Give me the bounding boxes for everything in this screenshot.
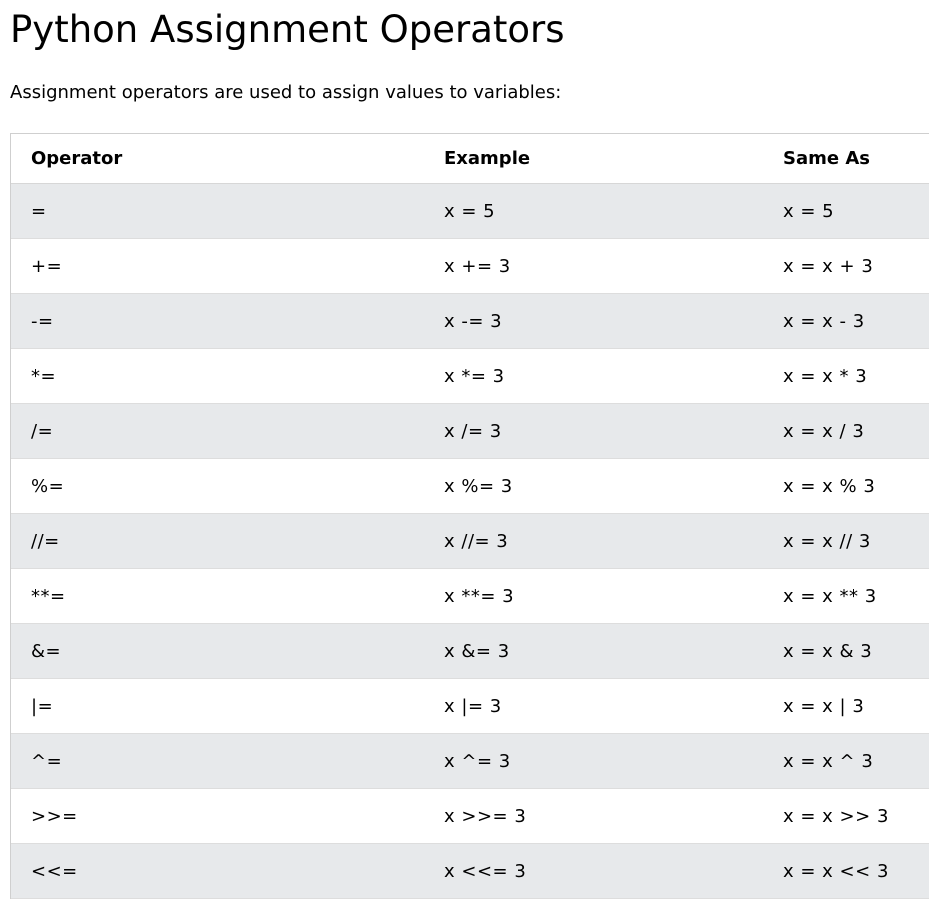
example-cell: x /= 3 — [444, 420, 502, 442]
table-row: ^= x ^= 3 x = x ^ 3 — [11, 733, 929, 789]
operator-cell: /= — [31, 420, 54, 442]
same-as-cell: x = x << 3 — [783, 860, 889, 882]
operators-table: Operator Example Same As = x = 5 x = 5 +… — [11, 134, 929, 899]
operator-cell: ^= — [31, 750, 63, 772]
example-cell: x *= 3 — [444, 365, 505, 387]
operator-cell: <<= — [31, 860, 78, 882]
operator-cell: >>= — [31, 805, 78, 827]
example-cell: x %= 3 — [444, 475, 513, 497]
column-header-example: Example — [444, 148, 531, 169]
operator-cell: &= — [31, 640, 62, 662]
same-as-cell: x = 5 — [783, 200, 835, 222]
operators-table-container: Operator Example Same As = x = 5 x = 5 +… — [10, 133, 929, 899]
example-cell: x //= 3 — [444, 530, 509, 552]
operator-cell: = — [31, 200, 47, 222]
example-cell: x -= 3 — [444, 310, 503, 332]
table-row: -= x -= 3 x = x - 3 — [11, 293, 929, 349]
same-as-cell: x = x ** 3 — [783, 585, 877, 607]
operator-cell: |= — [31, 695, 54, 717]
example-cell: x = 5 — [444, 200, 496, 222]
column-header-same-as: Same As — [783, 148, 870, 169]
same-as-cell: x = x * 3 — [783, 365, 868, 387]
operator-cell: %= — [31, 475, 65, 497]
same-as-cell: x = x % 3 — [783, 475, 876, 497]
example-cell: x **= 3 — [444, 585, 515, 607]
table-row: &= x &= 3 x = x & 3 — [11, 623, 929, 679]
table-row: *= x *= 3 x = x * 3 — [11, 348, 929, 404]
same-as-cell: x = x >> 3 — [783, 805, 889, 827]
operator-cell: **= — [31, 585, 66, 607]
same-as-cell: x = x / 3 — [783, 420, 865, 442]
example-cell: x &= 3 — [444, 640, 510, 662]
same-as-cell: x = x ^ 3 — [783, 750, 874, 772]
same-as-cell: x = x - 3 — [783, 310, 865, 332]
table-row: /= x /= 3 x = x / 3 — [11, 403, 929, 459]
same-as-cell: x = x // 3 — [783, 530, 871, 552]
same-as-cell: x = x + 3 — [783, 255, 874, 277]
column-header-operator: Operator — [31, 148, 123, 169]
table-row: <<= x <<= 3 x = x << 3 — [11, 843, 929, 899]
operator-cell: += — [31, 255, 63, 277]
same-as-cell: x = x & 3 — [783, 640, 873, 662]
table-row: %= x %= 3 x = x % 3 — [11, 458, 929, 514]
table-row: >>= x >>= 3 x = x >> 3 — [11, 788, 929, 844]
table-header-row: Operator Example Same As — [11, 134, 929, 184]
table-row: = x = 5 x = 5 — [11, 183, 929, 239]
example-cell: x <<= 3 — [444, 860, 527, 882]
example-cell: x ^= 3 — [444, 750, 511, 772]
example-cell: x >>= 3 — [444, 805, 527, 827]
operator-cell: //= — [31, 530, 60, 552]
table-row: **= x **= 3 x = x ** 3 — [11, 568, 929, 624]
example-cell: x |= 3 — [444, 695, 502, 717]
table-row: //= x //= 3 x = x // 3 — [11, 513, 929, 569]
operator-cell: *= — [31, 365, 57, 387]
table-row: += x += 3 x = x + 3 — [11, 238, 929, 294]
operator-cell: -= — [31, 310, 54, 332]
page-title: Python Assignment Operators — [10, 8, 565, 51]
intro-text: Assignment operators are used to assign … — [10, 82, 562, 103]
same-as-cell: x = x | 3 — [783, 695, 865, 717]
example-cell: x += 3 — [444, 255, 511, 277]
table-row: |= x |= 3 x = x | 3 — [11, 678, 929, 734]
